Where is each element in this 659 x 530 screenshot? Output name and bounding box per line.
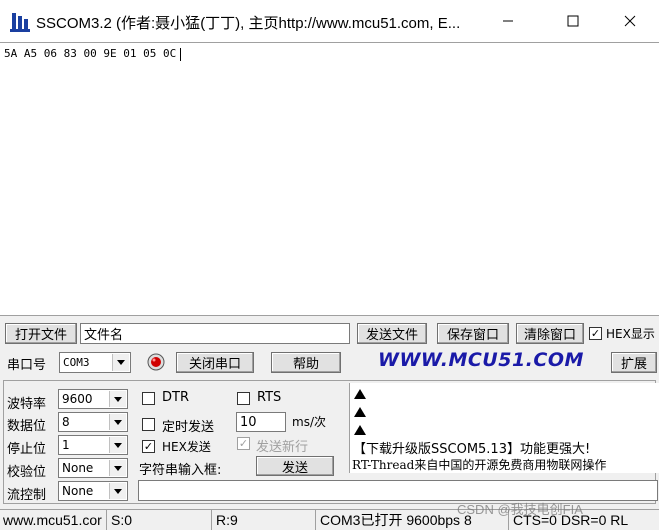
interval-unit-label: ms/次 [292, 415, 326, 429]
send-file-button[interactable]: 发送文件 [357, 323, 427, 344]
interval-input[interactable]: 10 [236, 412, 286, 432]
send-button[interactable]: 发送 [256, 456, 334, 476]
chevron-down-icon [109, 483, 126, 499]
send-newline-label: 发送新行 [256, 440, 309, 455]
extend-button[interactable]: 扩展 [611, 352, 657, 373]
filename-field[interactable]: 文件名 [80, 323, 350, 344]
port-value: COM3 [63, 356, 90, 369]
receive-textarea[interactable]: 5A A5 06 83 00 9E 01 05 0C [0, 42, 659, 316]
clear-window-button[interactable]: 清除窗口 [516, 323, 584, 344]
hex-send-label: HEX发送 [162, 440, 211, 454]
text-caret [180, 47, 182, 61]
close-button[interactable] [607, 0, 653, 42]
timed-send-label: 定时发送 [162, 420, 215, 435]
maximize-icon [567, 15, 579, 27]
info-rtthread-link[interactable]: RT-Thread来自中国的开源免费商用物联网操作 [352, 456, 606, 473]
maximize-button[interactable] [550, 0, 596, 42]
check-icon: ✓ [238, 437, 249, 450]
baud-rate-select[interactable]: 9600 [58, 389, 128, 409]
rts-checkbox[interactable] [237, 392, 250, 405]
chevron-down-icon [112, 354, 129, 371]
info-upgrade-link[interactable]: 【下载升级版SSCOM5.13】功能更强大! [353, 438, 590, 457]
hex-display-checkbox[interactable]: ✓ [589, 327, 602, 340]
minimize-icon [503, 20, 513, 22]
data-bits-select[interactable]: 8 [58, 412, 128, 432]
chevron-down-icon [109, 391, 126, 407]
rts-label: RTS [257, 390, 282, 405]
dtr-label: DTR [162, 390, 189, 405]
close-port-button[interactable]: 关闭串口 [176, 352, 254, 373]
hex-display-label: HEX显示 [606, 327, 655, 341]
port-status-led-icon [146, 352, 166, 372]
stop-bits-select[interactable]: 1 [58, 435, 128, 455]
stop-bits-label: 停止位 [7, 442, 47, 457]
help-button[interactable]: 帮助 [271, 352, 341, 373]
hex-send-checkbox[interactable]: ✓ [142, 440, 155, 453]
watermark: CSDN @我技电创FIA [457, 502, 583, 517]
close-icon [624, 15, 636, 27]
check-icon: ✓ [590, 327, 601, 340]
check-icon: ✓ [143, 440, 154, 453]
flow-control-value: None [62, 484, 94, 498]
status-site: www.mcu51.cor [0, 510, 107, 530]
app-icon [10, 10, 30, 32]
chevron-down-icon [109, 460, 126, 476]
status-sent-count: S:0 [108, 510, 212, 530]
stop-bits-value: 1 [62, 438, 70, 452]
port-label: 串口号 [7, 358, 47, 373]
save-window-button[interactable]: 保存窗口 [437, 323, 509, 344]
string-input-label: 字符串输入框: [139, 463, 222, 478]
website-link[interactable]: WWW.MCU51.COM [378, 349, 584, 371]
status-received-count: R:9 [213, 510, 316, 530]
parity-label: 校验位 [7, 465, 47, 480]
data-bits-label: 数据位 [7, 419, 47, 434]
scroll-up-arrow-icon[interactable] [353, 421, 367, 435]
scroll-up-arrow-icon[interactable] [353, 403, 367, 417]
send-newline-checkbox[interactable]: ✓ [237, 437, 250, 450]
dtr-checkbox[interactable] [142, 392, 155, 405]
parity-value: None [62, 461, 94, 475]
website-text: WWW.MCU51.COM [378, 349, 584, 371]
flow-control-label: 流控制 [7, 488, 47, 503]
scroll-up-arrow-icon[interactable] [353, 385, 367, 399]
timed-send-checkbox[interactable] [142, 418, 155, 431]
baud-rate-label: 波特率 [7, 397, 47, 412]
parity-select[interactable]: None [58, 458, 128, 478]
open-file-button[interactable]: 打开文件 [5, 323, 77, 344]
chevron-down-icon [109, 437, 126, 453]
baud-rate-value: 9600 [62, 392, 93, 406]
port-select[interactable]: COM3 [59, 352, 131, 373]
minimize-button[interactable] [485, 0, 531, 42]
chevron-down-icon [109, 414, 126, 430]
data-bits-value: 8 [62, 415, 70, 429]
flow-control-select[interactable]: None [58, 481, 128, 501]
send-input[interactable] [138, 480, 658, 501]
window-title: SSCOM3.2 (作者:聂小猛(丁丁), 主页http://www.mcu51… [36, 15, 461, 32]
received-data: 5A A5 06 83 00 9E 01 05 0C [4, 47, 177, 60]
